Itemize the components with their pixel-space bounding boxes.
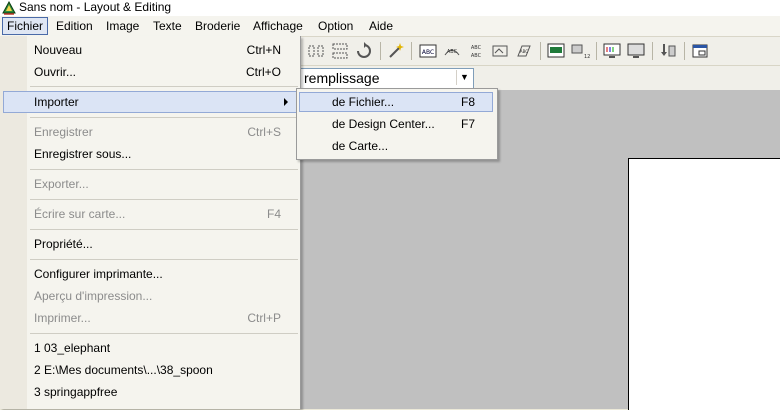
- text-arc-icon[interactable]: ABC: [442, 41, 462, 61]
- title-bar: Sans nom - Layout & Editing: [0, 0, 780, 16]
- hoop-display-icon[interactable]: [546, 41, 566, 61]
- menu-separator: [30, 229, 298, 230]
- svg-text:ABC: ABC: [422, 49, 434, 56]
- monitor-icon[interactable]: [626, 41, 646, 61]
- menu-edition[interactable]: Edition: [52, 18, 97, 34]
- text-slant-icon[interactable]: ABC: [514, 41, 534, 61]
- menu-item-label: Aperçu d'impression...: [34, 289, 153, 303]
- menu-item-ouvrir[interactable]: Ouvrir... Ctrl+O: [3, 61, 297, 83]
- menu-item-shortcut: F8: [460, 95, 475, 109]
- menu-separator: [30, 259, 298, 260]
- menu-separator: [30, 199, 298, 200]
- menu-item-imprimer[interactable]: Imprimer... Ctrl+P: [3, 307, 297, 329]
- menu-item-configurer-imprimante[interactable]: Configurer imprimante...: [3, 263, 297, 285]
- menu-item-label: Configurer imprimante...: [34, 267, 163, 281]
- menu-item-label: Exporter...: [34, 177, 89, 191]
- menu-item-ecrire-carte[interactable]: Écrire sur carte... F4: [3, 203, 297, 225]
- menu-item-label: Enregistrer: [34, 125, 93, 139]
- menu-item-enregistrer[interactable]: Enregistrer Ctrl+S: [3, 121, 297, 143]
- menu-item-label: de Design Center...: [332, 117, 435, 131]
- menu-item-shortcut: F4: [266, 207, 281, 221]
- app-logo-icon: [2, 1, 16, 15]
- menu-option[interactable]: Option: [314, 18, 357, 34]
- menu-item-label: Imprimer...: [34, 311, 91, 325]
- rotate-icon[interactable]: [354, 41, 374, 61]
- menu-item-label: Enregistrer sous...: [34, 147, 132, 161]
- menu-item-shortcut: Ctrl+O: [245, 65, 281, 79]
- menu-item-label: 2 E:\Mes documents\...\38_spoon: [34, 363, 213, 377]
- menu-fichier[interactable]: Fichier: [2, 17, 49, 35]
- menu-item-shortcut: F7: [460, 117, 475, 131]
- menu-item-enregistrer-sous[interactable]: Enregistrer sous...: [3, 143, 297, 165]
- menu-item-label: de Fichier...: [332, 95, 395, 109]
- design-page[interactable]: [628, 158, 780, 410]
- text-outline-icon[interactable]: [490, 41, 510, 61]
- svg-text:123: 123: [584, 54, 590, 60]
- svg-text:ABC: ABC: [471, 53, 482, 59]
- text-wave-icon[interactable]: ABC ABC: [466, 41, 486, 61]
- importer-submenu: de Fichier... F8 de Design Center... F7 …: [296, 88, 498, 160]
- menu-item-shortcut: Ctrl+N: [246, 43, 281, 57]
- menu-item-shortcut: Ctrl+P: [247, 311, 281, 325]
- stitch-count-icon[interactable]: 123: [570, 41, 590, 61]
- menu-item-recent-3[interactable]: 3 springappfree: [3, 381, 297, 403]
- menu-separator: [30, 86, 298, 87]
- menu-item-recent-2[interactable]: 2 E:\Mes documents\...\38_spoon: [3, 359, 297, 381]
- menu-affichage[interactable]: Affichage: [249, 18, 307, 34]
- fill-type-value: remplissage: [304, 70, 380, 86]
- magic-wand-icon[interactable]: [386, 41, 406, 61]
- chevron-down-icon[interactable]: ▼: [456, 70, 472, 85]
- menu-item-exporter[interactable]: Exporter...: [3, 173, 297, 195]
- menu-item-recent-1[interactable]: 1 03_elephant: [3, 337, 297, 359]
- fichier-dropdown: Nouveau Ctrl+N Ouvrir... Ctrl+O Importer…: [0, 36, 301, 409]
- submenu-item-de-design-center[interactable]: de Design Center... F7: [299, 114, 493, 134]
- menu-item-label: Nouveau: [34, 43, 83, 57]
- window-title: Sans nom - Layout & Editing: [19, 0, 172, 14]
- menu-item-label: Propriété...: [34, 237, 93, 251]
- menu-image[interactable]: Image: [102, 18, 143, 34]
- menu-separator: [30, 117, 298, 118]
- menu-bar: Fichier Edition Image Texte Broderie Aff…: [0, 16, 780, 37]
- text-abc-icon[interactable]: ABC: [418, 41, 438, 61]
- menu-aide[interactable]: Aide: [365, 18, 397, 34]
- menu-item-shortcut: Ctrl+S: [247, 125, 281, 139]
- flip-horizontal-icon[interactable]: [306, 41, 326, 61]
- menu-item-label: Importer: [34, 95, 79, 109]
- menu-separator: [30, 333, 298, 334]
- menu-broderie[interactable]: Broderie: [191, 18, 244, 34]
- menu-item-label: 1 03_elephant: [34, 341, 111, 355]
- transfer-icon[interactable]: [658, 41, 678, 61]
- menu-item-apercu-impression[interactable]: Aperçu d'impression...: [3, 285, 297, 307]
- menu-item-importer[interactable]: Importer: [3, 91, 297, 113]
- submenu-item-de-carte[interactable]: de Carte...: [299, 136, 493, 156]
- menu-item-label: de Carte...: [332, 139, 389, 153]
- menu-item-label: Ouvrir...: [34, 65, 77, 79]
- menu-separator: [30, 169, 298, 170]
- menu-texte[interactable]: Texte: [149, 18, 186, 34]
- menu-item-label: Écrire sur carte...: [34, 207, 126, 221]
- flip-vertical-icon[interactable]: [330, 41, 350, 61]
- menu-item-label: 3 springappfree: [34, 385, 118, 399]
- svg-text:ABC: ABC: [471, 45, 482, 51]
- svg-text:ABC: ABC: [447, 49, 458, 55]
- fill-type-select[interactable]: remplissage ▼: [300, 68, 474, 89]
- window-view-icon[interactable]: [690, 41, 710, 61]
- svg-text:ABC: ABC: [520, 49, 528, 54]
- submenu-arrow-icon: [284, 98, 288, 106]
- main-toolbar: ABC ABC ABC ABC ABC 123: [300, 37, 780, 66]
- submenu-item-de-fichier[interactable]: de Fichier... F8: [299, 92, 493, 112]
- menu-item-nouveau[interactable]: Nouveau Ctrl+N: [3, 39, 297, 61]
- preview-icon[interactable]: [602, 41, 622, 61]
- menu-item-propriete[interactable]: Propriété...: [3, 233, 297, 255]
